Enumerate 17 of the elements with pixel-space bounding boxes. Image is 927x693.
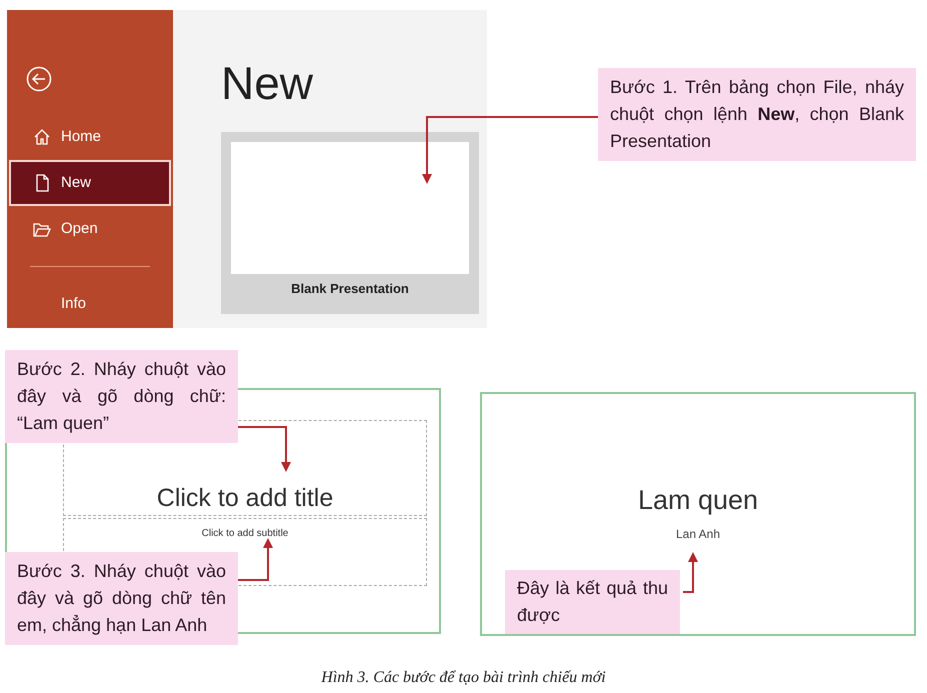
callout: Bước 2. Nháy chuột vào đây và gõ dòng chữ: “Lam quen” <box>5 350 238 443</box>
blank-presentation-template[interactable]: Blank Presentation <box>221 132 479 314</box>
menu-item[interactable]: Open <box>9 206 171 252</box>
callout: Bước 1. Trên bảng chọn File, nháy chuột chọn lệnh New, chọn Blank Presentation <box>598 68 916 161</box>
home-icon <box>33 128 51 146</box>
callout: Bước 3. Nháy chuột vào đây và gõ dòng chữ tên em, chẳng hạn Lan Anh <box>5 552 238 645</box>
figure-caption: Hình 3. Các bước để tạo bài trình chiếu mới <box>321 669 606 686</box>
page-heading: New <box>221 60 314 106</box>
slide-subtitle: Lan Anh <box>676 527 720 541</box>
callout: Đây là kết quả thu được <box>505 570 680 634</box>
back-icon <box>26 66 52 92</box>
menu-item[interactable]: Home <box>9 114 171 160</box>
subtitle-placeholder[interactable]: Click to add subtitle <box>202 528 288 539</box>
menu-item[interactable]: New <box>9 160 171 206</box>
title-placeholder[interactable]: Click to add title <box>156 484 334 512</box>
slide-title: Lam quen <box>638 485 758 515</box>
menu-item[interactable]: Info <box>9 281 171 327</box>
